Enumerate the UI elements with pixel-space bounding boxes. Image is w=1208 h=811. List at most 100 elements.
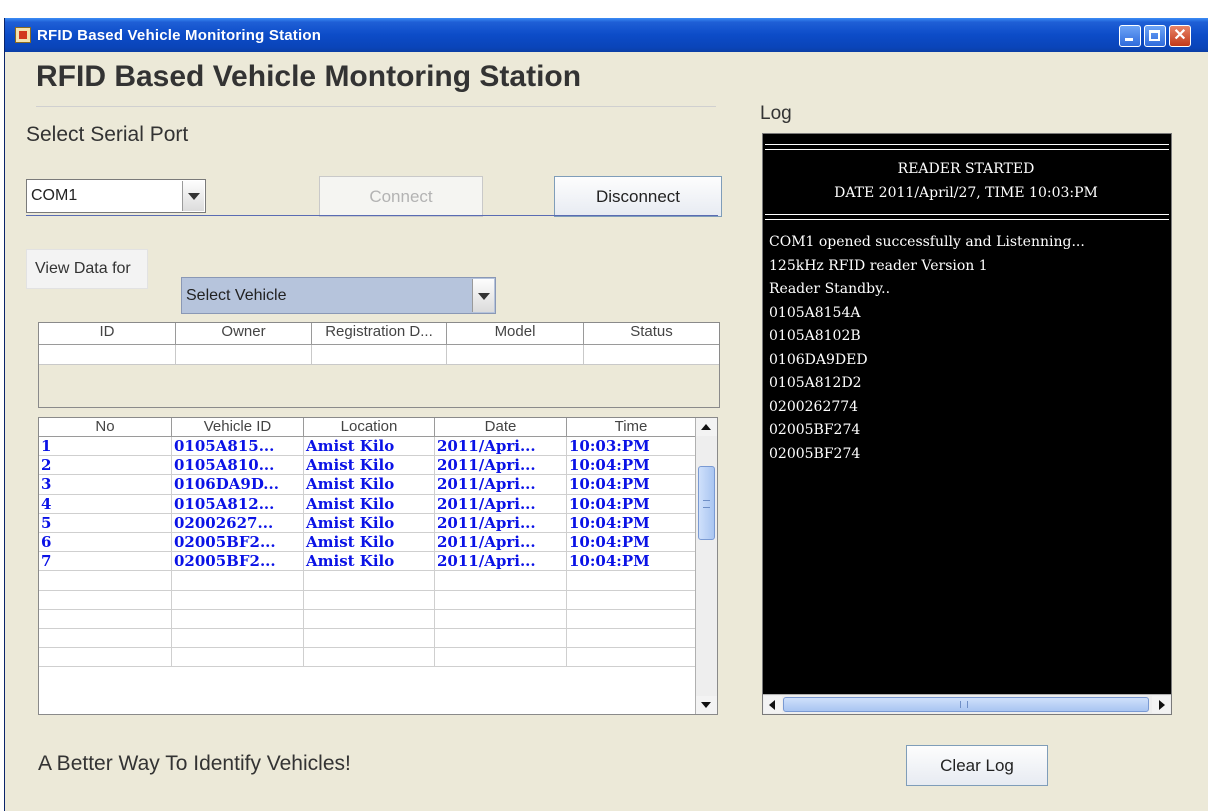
table-cell: 2011/Apri... xyxy=(435,532,567,552)
table-cell xyxy=(304,609,435,628)
table-cell xyxy=(435,590,567,609)
table-row[interactable] xyxy=(39,609,695,629)
table-row[interactable]: 5 02002627... Amist Kilo 2011/Apri... 10:04:… xyxy=(39,513,695,533)
serial-port-heading: Select Serial Port xyxy=(26,123,189,146)
disconnect-button[interactable]: Disconnect xyxy=(554,176,722,217)
table-cell xyxy=(435,571,567,590)
log-line: 0105A812D2 xyxy=(769,375,862,391)
column-header-time[interactable]: Time xyxy=(567,418,695,436)
table-cell: 02005BF2... xyxy=(172,552,304,571)
log-divider xyxy=(765,214,1169,220)
table-row[interactable] xyxy=(39,628,695,649)
table-row[interactable] xyxy=(39,571,695,591)
column-header-date[interactable]: Date xyxy=(435,418,567,436)
table-row[interactable]: 7 02005BF2... Amist Kilo 2011/Apri... 10:04:… xyxy=(39,552,695,572)
table-row[interactable] xyxy=(39,590,695,610)
table-cell xyxy=(567,591,695,609)
table-cell: 2011/Apri... xyxy=(435,456,567,475)
maximize-icon[interactable] xyxy=(1144,25,1166,47)
page-title: RFID Based Vehicle Montoring Station xyxy=(36,60,582,93)
log-line: 0105A8102B xyxy=(769,328,861,344)
scrollbar-thumb[interactable] xyxy=(698,466,715,540)
table-cell xyxy=(172,590,304,609)
table-cell xyxy=(39,648,172,667)
tagline: A Better Way To Identify Vehicles! xyxy=(38,752,351,775)
log-line: Reader Standby.. xyxy=(769,281,891,297)
log-line: 125kHz RFID reader Version 1 xyxy=(769,257,988,274)
table-row[interactable] xyxy=(39,345,719,365)
scrollbar-thumb[interactable] xyxy=(783,697,1149,712)
column-header-no[interactable]: No xyxy=(39,418,172,436)
table-row[interactable]: 2 0105A810... Amist Kilo 2011/Apri... 10:04:… xyxy=(39,456,695,476)
chevron-down-icon[interactable] xyxy=(472,279,494,312)
table-cell xyxy=(435,628,567,648)
table-row[interactable]: 3 0106DA9D... Amist Kilo 2011/Apri... 10:04:… xyxy=(39,475,695,495)
scroll-down-icon[interactable] xyxy=(696,696,717,714)
log-line: 02005BF274 xyxy=(769,422,861,438)
table-row[interactable] xyxy=(39,648,695,668)
table-row[interactable]: 1 0105A815... Amist Kilo 2011/Apri... 10:03:… xyxy=(39,437,695,457)
table-cell: 2011/Apri... xyxy=(435,552,567,571)
table-cell xyxy=(567,629,695,647)
column-header-id[interactable]: ID xyxy=(39,323,176,344)
table-cell: Amist Kilo xyxy=(304,475,435,494)
table-cell xyxy=(172,648,304,667)
clear-log-button[interactable]: Clear Log xyxy=(906,745,1048,786)
log-heading: Log xyxy=(760,103,792,124)
vehicle-select[interactable]: Select Vehicle xyxy=(181,277,496,314)
chevron-down-icon[interactable] xyxy=(182,181,204,211)
scroll-left-icon[interactable] xyxy=(764,696,782,713)
serial-port-combo[interactable]: COM1 xyxy=(26,179,206,213)
connect-button[interactable]: Connect xyxy=(319,176,483,217)
table-cell xyxy=(567,648,695,666)
vehicle-table-header: ID Owner Registration D... Model Status xyxy=(39,323,719,345)
table-cell xyxy=(304,590,435,609)
table-cell: 2011/Apri... xyxy=(435,475,567,494)
window-title: RFID Based Vehicle Monitoring Station xyxy=(37,27,322,44)
table-row[interactable]: 4 0105A812... Amist Kilo 2011/Apri... 10:04:… xyxy=(39,494,695,514)
reading-log-table: No Vehicle ID Location Date Time 1 0105A8… xyxy=(38,417,718,715)
scroll-up-icon[interactable] xyxy=(696,418,717,436)
column-header-owner[interactable]: Owner xyxy=(176,323,312,344)
table-cell xyxy=(172,609,304,628)
table-cell: 2 xyxy=(39,456,172,475)
table-cell xyxy=(39,571,172,590)
table-vertical-scrollbar[interactable] xyxy=(695,418,717,714)
table-cell xyxy=(172,571,304,590)
scroll-right-icon[interactable] xyxy=(1152,696,1170,713)
column-header-location[interactable]: Location xyxy=(304,418,435,436)
log-panel[interactable]: READER STARTED DATE 2011/April/27, TIME … xyxy=(762,133,1172,715)
title-bar[interactable]: RFID Based Vehicle Monitoring Station ✕ xyxy=(5,18,1208,52)
log-horizontal-scrollbar[interactable] xyxy=(763,694,1171,714)
log-divider xyxy=(765,144,1169,150)
table-cell xyxy=(435,648,567,667)
table-cell xyxy=(304,571,435,590)
log-line: 0200262774 xyxy=(769,398,859,415)
table-cell: 7 xyxy=(39,552,172,571)
close-icon[interactable]: ✕ xyxy=(1169,25,1191,47)
table-cell: 02002627... xyxy=(172,513,304,532)
table-cell: 6 xyxy=(39,532,172,552)
log-table-header: No Vehicle ID Location Date Time xyxy=(39,418,695,437)
table-cell: 10:03:PM xyxy=(569,437,650,455)
column-header-registration[interactable]: Registration D... xyxy=(312,323,447,344)
log-line: 02005BF274 xyxy=(769,445,861,462)
log-reader-started: READER STARTED xyxy=(897,161,1035,177)
table-cell: 0105A812... xyxy=(172,494,304,513)
log-line: 0106DA9DED xyxy=(769,351,868,368)
minimize-icon[interactable] xyxy=(1119,25,1141,47)
column-header-model[interactable]: Model xyxy=(447,323,584,344)
table-row[interactable]: 6 02005BF2... Amist Kilo 2011/Apri... 10:04:… xyxy=(39,532,695,553)
table-cell: 10:04:PM xyxy=(569,513,650,532)
table-cell xyxy=(172,628,304,648)
java-app-icon xyxy=(15,27,31,43)
table-cell xyxy=(567,571,695,589)
column-header-vehicle-id[interactable]: Vehicle ID xyxy=(172,418,304,436)
vehicle-details-table: ID Owner Registration D... Model Status xyxy=(38,322,720,408)
column-header-status[interactable]: Status xyxy=(584,323,719,344)
table-cell: 1 xyxy=(39,437,172,456)
table-cell: 2011/Apri... xyxy=(435,494,567,513)
log-output: COM1 opened successfully and Listenning.… xyxy=(769,231,1085,466)
table-cell: 5 xyxy=(39,513,172,532)
table-cell: 4 xyxy=(39,494,172,513)
